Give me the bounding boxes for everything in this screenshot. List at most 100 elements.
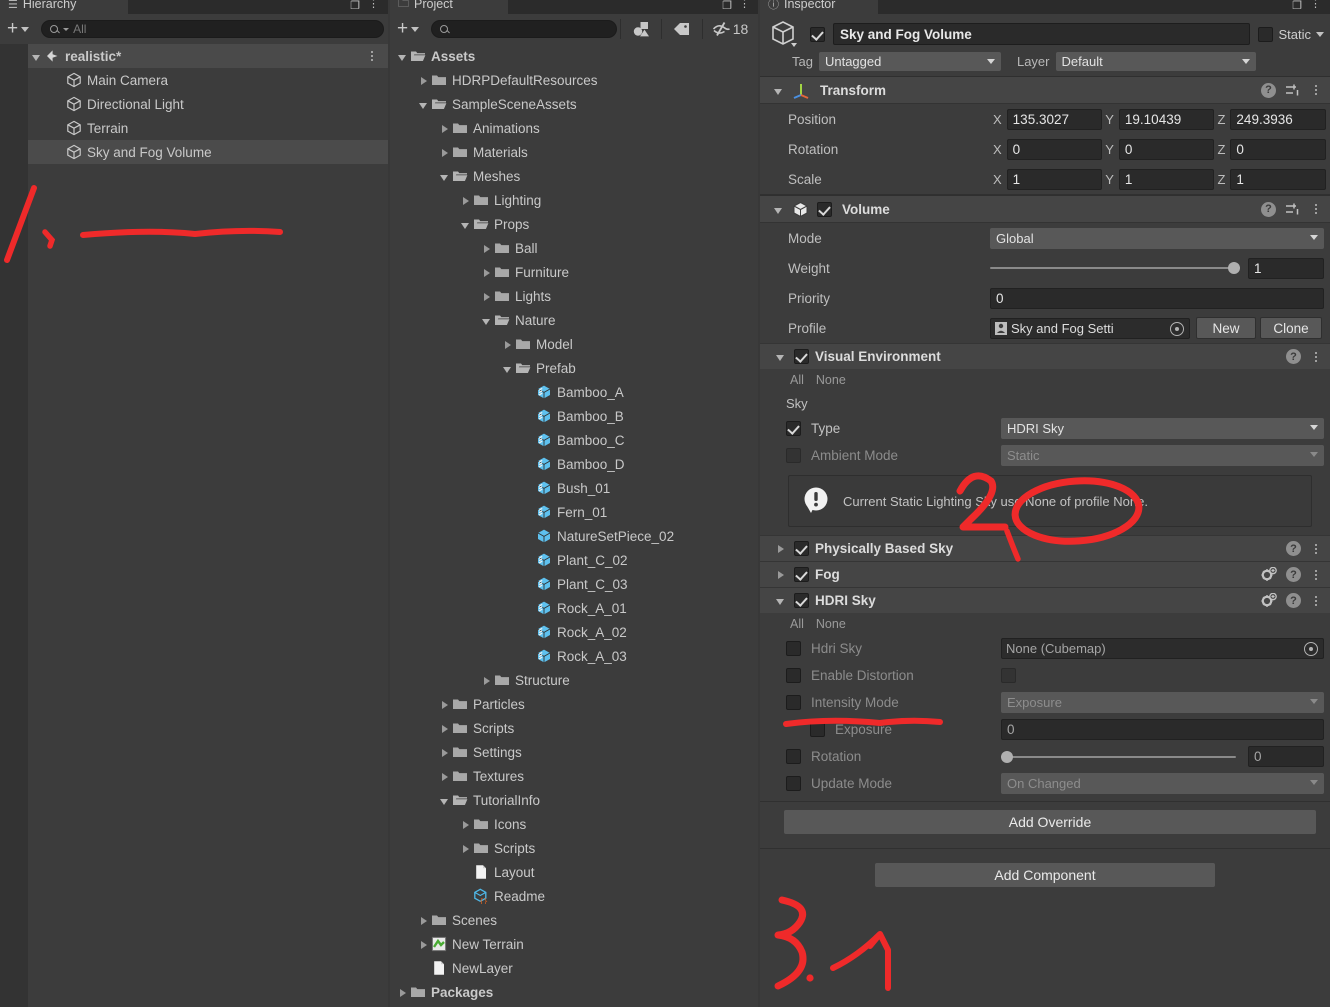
chevron-right-icon[interactable] — [396, 986, 409, 999]
tag-dropdown[interactable]: Untagged — [818, 51, 1001, 71]
chevron-down-icon[interactable] — [1316, 31, 1324, 37]
update-mode-dropdown[interactable]: On Changed — [1001, 773, 1324, 794]
project-item-row[interactable]: {} Readme — [390, 884, 758, 908]
rotation-y-field[interactable]: 0 — [1118, 138, 1215, 160]
project-item-row[interactable]: Textures — [390, 764, 758, 788]
tab-project[interactable]: 🗀 Project — [390, 0, 508, 14]
override-menu-icon[interactable] — [1310, 351, 1322, 362]
rotation-x-field[interactable]: 0 — [1006, 138, 1103, 160]
transform-component-header[interactable]: Transform ? — [760, 76, 1330, 104]
hdri-sky-header[interactable]: HDRI Sky ? — [760, 587, 1330, 613]
chevron-right-icon[interactable] — [438, 770, 451, 783]
hierarchy-item-row[interactable]: Terrain — [0, 116, 388, 140]
hierarchy-item-row[interactable]: Sky and Fog Volume — [0, 140, 388, 164]
project-item-row[interactable]: Nature — [390, 308, 758, 332]
project-search-input[interactable] — [431, 20, 617, 38]
override-checkbox[interactable] — [786, 668, 801, 683]
chevron-down-icon[interactable] — [480, 314, 493, 327]
panel-menu-icon[interactable]: ⋮ — [1310, 0, 1321, 10]
hdri-sky-object-field[interactable]: None (Cubemap) — [1001, 638, 1324, 659]
project-item-row[interactable]: Scenes — [390, 908, 758, 932]
override-checkbox[interactable] — [786, 749, 801, 764]
help-icon[interactable]: ? — [1286, 349, 1301, 364]
project-item-row[interactable]: Rock_A_02 — [390, 620, 758, 644]
physically-based-sky-header[interactable]: Physically Based Sky? — [760, 535, 1330, 561]
help-icon[interactable]: ? — [1261, 201, 1276, 217]
hdri-sky-checkbox[interactable] — [794, 593, 809, 608]
chevron-down-icon[interactable] — [774, 594, 787, 607]
project-item-row[interactable]: Bamboo_C — [390, 428, 758, 452]
project-item-row[interactable]: Rock_A_03 — [390, 644, 758, 668]
override-checkbox[interactable] — [786, 776, 801, 791]
visual-environment-header[interactable]: Visual Environment ? — [760, 343, 1330, 369]
help-icon[interactable]: ? — [1286, 593, 1301, 608]
type-dropdown[interactable]: HDRI Sky — [1001, 418, 1324, 439]
chevron-right-icon[interactable] — [480, 242, 493, 255]
chevron-down-icon[interactable] — [438, 170, 451, 183]
chevron-down-icon[interactable] — [772, 84, 785, 97]
chevron-right-icon[interactable] — [417, 914, 430, 927]
hierarchy-item-row[interactable]: Directional Light — [0, 92, 388, 116]
volume-component-header[interactable]: Volume ? — [760, 195, 1330, 223]
override-checkbox[interactable] — [810, 722, 825, 737]
panel-menu-icon[interactable]: ⋮ — [368, 0, 379, 10]
scale-z-field[interactable]: 1 — [1230, 168, 1326, 190]
chevron-right-icon[interactable] — [459, 194, 472, 207]
visual-environment-checkbox[interactable] — [794, 349, 809, 364]
hierarchy-item-row[interactable]: Main Camera — [0, 68, 388, 92]
profile-object-field[interactable]: Sky and Fog Setti — [990, 317, 1190, 339]
project-item-row[interactable]: Ball — [390, 236, 758, 260]
project-item-row[interactable]: Furniture — [390, 260, 758, 284]
layer-dropdown[interactable]: Default — [1055, 51, 1256, 71]
hidden-assets-count[interactable]: 18 — [706, 18, 754, 40]
weight-slider-knob[interactable] — [1228, 262, 1240, 274]
object-picker-icon[interactable] — [1170, 321, 1184, 336]
project-item-row[interactable]: Bamboo_B — [390, 404, 758, 428]
project-item-row[interactable]: Rock_A_01 — [390, 596, 758, 620]
clone-profile-button[interactable]: Clone — [1260, 317, 1322, 339]
static-toggle[interactable]: Static — [1258, 26, 1324, 42]
project-item-row[interactable]: Structure — [390, 668, 758, 692]
tab-inspector[interactable]: ⓘ Inspector — [760, 0, 878, 14]
rotation-value-field[interactable]: 0 — [1248, 746, 1324, 767]
override-menu-icon[interactable] — [1310, 595, 1322, 606]
project-item-row[interactable]: Model — [390, 332, 758, 356]
project-item-row[interactable]: Scripts — [390, 716, 758, 740]
maximize-icon[interactable]: ❐ — [722, 0, 732, 12]
none-toggle[interactable]: None — [816, 617, 846, 631]
position-y-field[interactable]: 19.10439 — [1118, 108, 1215, 130]
project-item-row[interactable]: SampleSceneAssets — [390, 92, 758, 116]
scale-y-field[interactable]: 1 — [1118, 168, 1215, 190]
ambient-mode-dropdown[interactable]: Static — [1001, 445, 1324, 466]
component-menu-icon[interactable] — [1310, 204, 1322, 214]
rotation-z-field[interactable]: 0 — [1230, 138, 1326, 160]
project-item-row[interactable]: Lights — [390, 284, 758, 308]
weight-slider[interactable] — [990, 258, 1240, 278]
chevron-right-icon[interactable] — [459, 818, 472, 831]
scene-menu-icon[interactable] — [366, 51, 378, 61]
override-checkbox[interactable] — [786, 421, 801, 436]
rotation-slider[interactable] — [1001, 747, 1236, 767]
project-item-row[interactable]: Prefab — [390, 356, 758, 380]
chevron-right-icon[interactable] — [501, 338, 514, 351]
maximize-icon[interactable]: ❐ — [1292, 0, 1302, 12]
all-toggle[interactable]: All — [790, 617, 804, 631]
project-item-row[interactable]: HDRPDefaultResources — [390, 68, 758, 92]
override-enabled-checkbox[interactable] — [794, 567, 809, 582]
help-icon[interactable]: ? — [1286, 541, 1301, 556]
project-item-row[interactable]: TutorialInfo — [390, 788, 758, 812]
fog-header[interactable]: Fog? — [760, 561, 1330, 587]
mode-dropdown[interactable]: Global — [990, 227, 1324, 249]
override-menu-icon[interactable] — [1310, 543, 1322, 554]
tab-hierarchy[interactable]: ☰ Hierarchy — [0, 0, 128, 14]
help-icon[interactable]: ? — [1286, 567, 1301, 582]
position-z-field[interactable]: 249.3936 — [1230, 108, 1326, 130]
volume-enabled-checkbox[interactable] — [817, 201, 832, 217]
project-item-row[interactable]: Lighting — [390, 188, 758, 212]
hierarchy-item-row[interactable]: realistic* — [0, 44, 388, 68]
project-item-row[interactable]: Settings — [390, 740, 758, 764]
override-enabled-checkbox[interactable] — [794, 541, 809, 556]
create-gameobject-button[interactable]: + — [4, 19, 32, 38]
chevron-down-icon[interactable] — [774, 350, 787, 363]
chevron-right-icon[interactable] — [417, 938, 430, 951]
